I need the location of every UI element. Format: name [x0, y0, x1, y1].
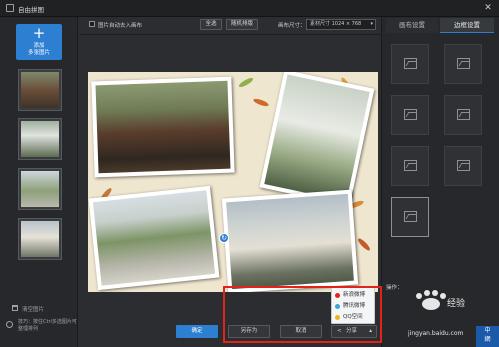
- image-thumbnail[interactable]: [18, 69, 62, 111]
- image-frame-icon: [404, 109, 417, 120]
- app-icon: [6, 4, 14, 12]
- tip-text: 技巧：按住Ctrl多选图片可整理排列: [18, 319, 77, 332]
- rotate-handle-icon[interactable]: ↻: [219, 233, 229, 243]
- add-images-label: 添加 多张图片: [27, 43, 50, 56]
- chevron-down-icon: ▾: [370, 21, 373, 27]
- auto-fill-label: 图片自动去入画布: [98, 22, 143, 29]
- tab-border-settings[interactable]: 边框设置: [440, 18, 494, 33]
- image-thumbnail[interactable]: [18, 168, 62, 210]
- plus-icon: +: [32, 24, 46, 42]
- frame-option[interactable]: [444, 44, 482, 84]
- svg-text:经验: 经验: [447, 297, 465, 309]
- collage-photo[interactable]: [259, 72, 375, 207]
- frame-option[interactable]: [391, 44, 429, 84]
- operation-label: 操作：: [386, 285, 403, 291]
- watermark-badge: 中網: [476, 326, 499, 347]
- title-bar: [0, 0, 499, 17]
- select-all-button[interactable]: 全选: [200, 19, 222, 30]
- add-images-button[interactable]: + 添加 多张图片: [16, 24, 62, 60]
- collage-canvas[interactable]: ↻: [88, 72, 378, 292]
- tip-icon: [6, 321, 13, 328]
- frame-option[interactable]: [391, 197, 429, 237]
- image-frame-icon: [404, 58, 417, 69]
- leaf-decoration: [252, 97, 270, 108]
- image-frame-icon: [404, 211, 417, 222]
- thumbnail-image: [21, 221, 59, 257]
- image-frame-icon: [457, 109, 470, 120]
- canvas-size-value: 素材尺寸 1024 × 768: [310, 21, 362, 27]
- thumbnail-image: [21, 72, 59, 108]
- frame-option[interactable]: [444, 95, 482, 135]
- image-thumbnail[interactable]: [18, 118, 62, 160]
- tab-canvas-settings[interactable]: 画布设置: [386, 18, 438, 33]
- window-title: 自由拼图: [18, 6, 44, 14]
- close-icon[interactable]: ✕: [483, 3, 493, 13]
- frame-option[interactable]: [444, 146, 482, 186]
- image-thumbnail[interactable]: [18, 218, 62, 260]
- baidu-logo: 经验: [416, 290, 465, 310]
- image-frame-icon: [457, 160, 470, 171]
- collage-photo[interactable]: [221, 189, 359, 292]
- canvas-size-label: 画布尺寸：: [278, 22, 306, 29]
- frame-option[interactable]: [391, 146, 429, 186]
- thumbnail-image: [21, 171, 59, 207]
- leaf-decoration: [356, 237, 372, 252]
- collage-photo[interactable]: [88, 185, 220, 291]
- thumbnail-image: [21, 121, 59, 157]
- random-layout-button[interactable]: 随机排版: [226, 19, 258, 30]
- photo-image: [95, 80, 231, 174]
- image-frame-icon: [404, 160, 417, 171]
- confirm-button[interactable]: 确定: [176, 325, 218, 338]
- highlight-box: [223, 286, 382, 343]
- trash-icon[interactable]: [12, 305, 18, 311]
- frame-option[interactable]: [391, 95, 429, 135]
- photo-image: [264, 74, 370, 202]
- image-frame-icon: [457, 58, 470, 69]
- photo-image: [92, 190, 216, 286]
- leaf-decoration: [237, 76, 255, 89]
- watermark-text: jingyan.baidu.com: [408, 330, 464, 337]
- canvas-size-select[interactable]: 素材尺寸 1024 × 768 ▾: [306, 19, 376, 30]
- auto-fill-checkbox[interactable]: [89, 21, 95, 27]
- clear-images-link[interactable]: 清空图片: [22, 305, 44, 313]
- photo-image: [226, 193, 354, 290]
- collage-photo[interactable]: [91, 76, 235, 178]
